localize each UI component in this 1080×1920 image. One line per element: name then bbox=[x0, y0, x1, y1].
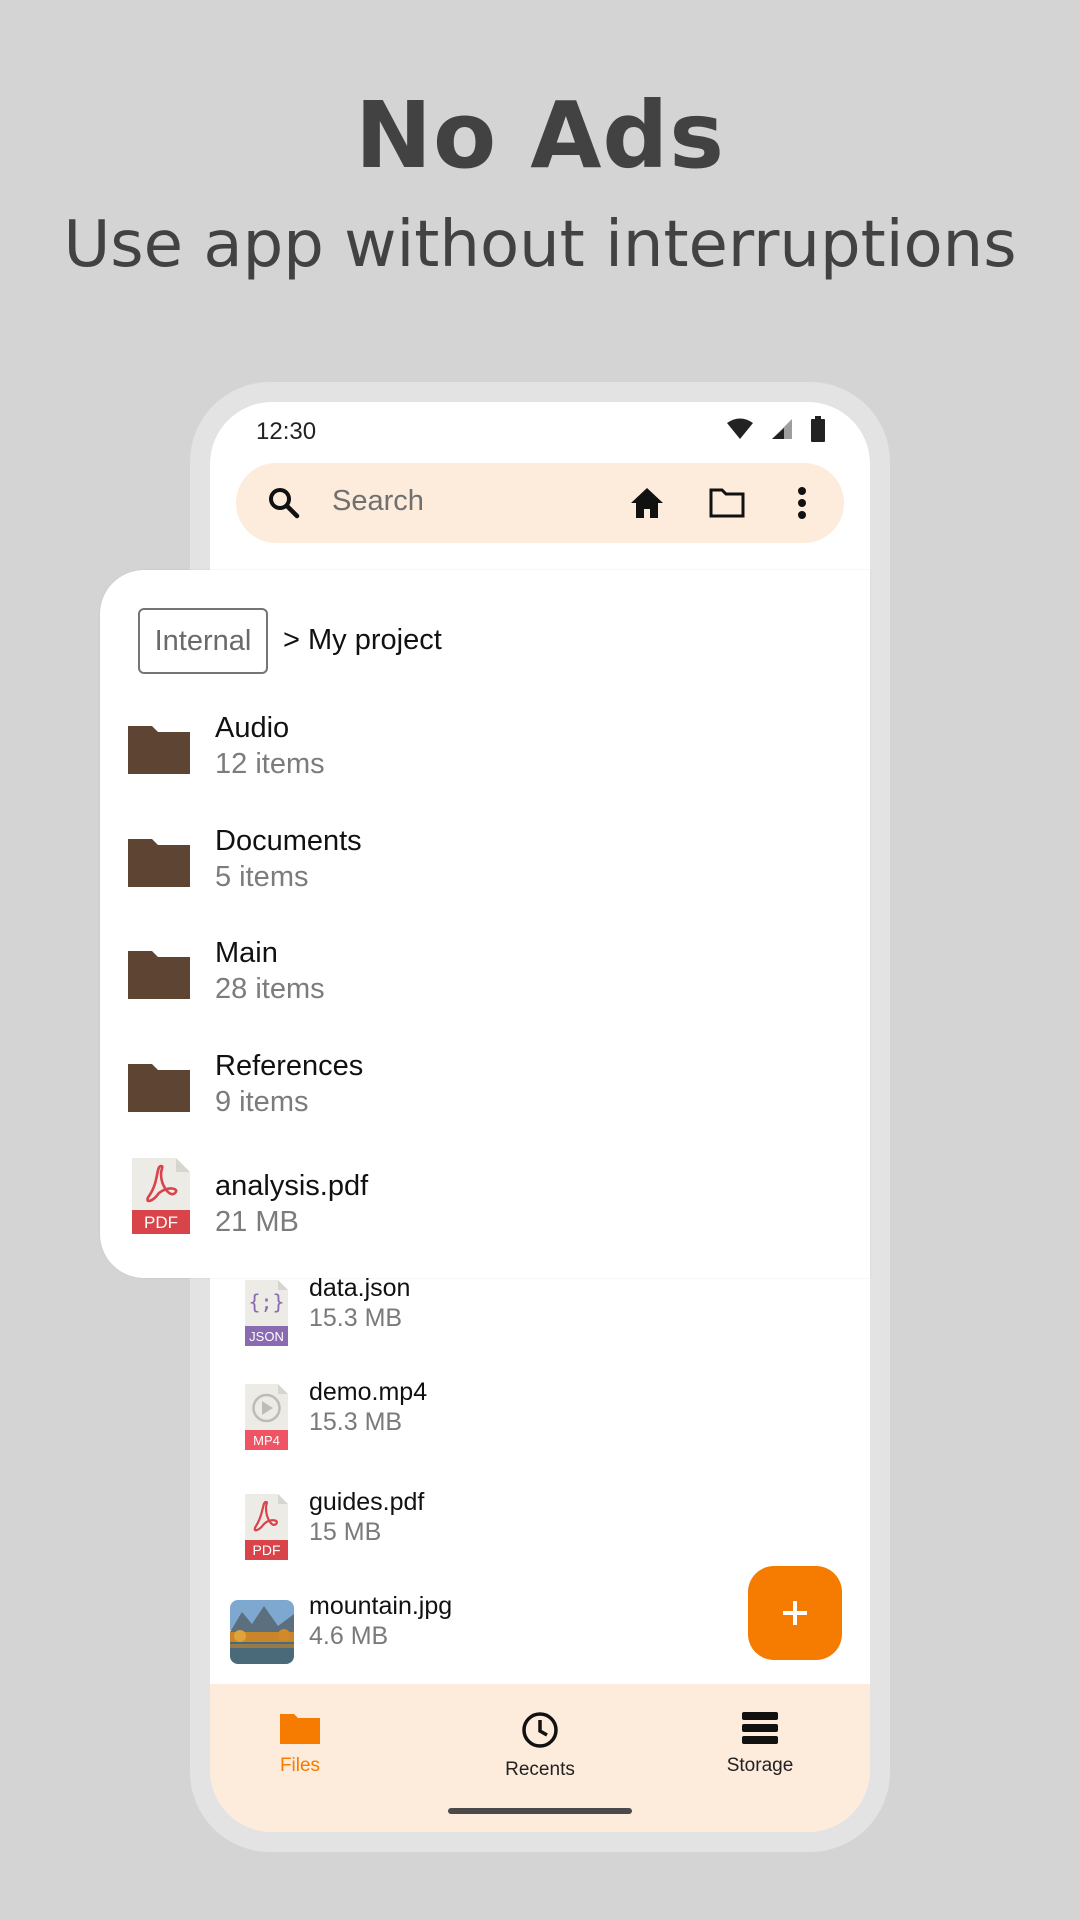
plus-icon bbox=[783, 1601, 807, 1625]
file-row-demo-mp4[interactable]: MP4 demo.mp4 15.3 MB bbox=[210, 1378, 870, 1478]
bottom-navigation: Files Recents Storage bbox=[210, 1684, 870, 1832]
nav-label: Files bbox=[279, 1755, 321, 1776]
wifi-icon bbox=[727, 418, 753, 439]
folder-row-documents[interactable]: Documents 5 items bbox=[100, 825, 870, 925]
folder-count: 28 items bbox=[215, 973, 325, 1005]
file-name: demo.mp4 bbox=[309, 1378, 428, 1406]
status-time: 12:30 bbox=[256, 418, 317, 445]
nav-storage[interactable]: Storage bbox=[670, 1710, 850, 1777]
file-badge: MP4 bbox=[253, 1433, 280, 1448]
folder-outline-icon[interactable] bbox=[708, 485, 746, 524]
folder-name: References bbox=[215, 1050, 364, 1082]
file-size: 21 MB bbox=[215, 1206, 299, 1238]
folder-icon bbox=[128, 726, 190, 774]
file-row-data-json[interactable]: {;} JSON data.json 15.3 MB bbox=[210, 1274, 870, 1374]
status-bar: 12:30 bbox=[210, 402, 870, 458]
folder-count: 9 items bbox=[215, 1086, 309, 1118]
promo-headline: No Ads bbox=[354, 82, 726, 189]
zoomed-file-list-card: Internal > My project Audio 12 items Doc… bbox=[100, 570, 870, 1278]
search-icon[interactable] bbox=[266, 485, 302, 526]
breadcrumb-path[interactable]: > My project bbox=[283, 624, 442, 657]
pdf-file-icon: PDF bbox=[132, 1158, 190, 1234]
folder-icon bbox=[128, 839, 190, 887]
file-size: 15.3 MB bbox=[309, 1408, 403, 1436]
status-icons bbox=[726, 416, 826, 442]
folder-name: Main bbox=[215, 937, 278, 969]
file-name: data.json bbox=[309, 1274, 411, 1302]
folder-name: Documents bbox=[215, 825, 362, 857]
search-bar[interactable]: Search bbox=[236, 463, 844, 543]
file-name: mountain.jpg bbox=[309, 1592, 453, 1620]
folder-count: 5 items bbox=[215, 861, 309, 893]
folder-name: Audio bbox=[215, 712, 290, 744]
file-row-analysis-pdf[interactable]: PDF analysis.pdf 21 MB bbox=[100, 1158, 870, 1270]
file-name: guides.pdf bbox=[309, 1488, 425, 1516]
gesture-home-bar[interactable] bbox=[448, 1808, 632, 1814]
folder-icon bbox=[128, 951, 190, 999]
file-size: 4.6 MB bbox=[309, 1622, 389, 1650]
home-icon[interactable] bbox=[628, 485, 666, 526]
clock-icon bbox=[522, 1712, 558, 1748]
promo-subline: Use app without interruptions bbox=[63, 208, 1017, 282]
cellular-signal-icon bbox=[772, 419, 792, 439]
nav-recents[interactable]: Recents bbox=[450, 1710, 630, 1781]
search-input[interactable]: Search bbox=[332, 485, 424, 518]
mp4-file-icon: MP4 bbox=[245, 1384, 288, 1450]
pdf-file-icon: PDF bbox=[245, 1494, 288, 1560]
file-name: analysis.pdf bbox=[215, 1170, 369, 1202]
folder-count: 12 items bbox=[215, 748, 325, 780]
storage-icon bbox=[742, 1712, 778, 1744]
folder-row-main[interactable]: Main 28 items bbox=[100, 937, 870, 1037]
folder-icon bbox=[280, 1714, 320, 1744]
json-file-icon: {;} JSON bbox=[245, 1280, 288, 1346]
nav-label: Recents bbox=[505, 1759, 575, 1780]
file-size: 15.3 MB bbox=[309, 1304, 403, 1332]
nav-label: Storage bbox=[726, 1755, 794, 1776]
battery-icon bbox=[811, 416, 825, 442]
file-badge: PDF bbox=[253, 1542, 281, 1558]
file-badge: JSON bbox=[249, 1329, 284, 1344]
json-glyph: {;} bbox=[248, 1290, 284, 1314]
more-options-icon[interactable] bbox=[796, 485, 808, 526]
add-fab-button[interactable] bbox=[748, 1566, 842, 1660]
file-size: 15 MB bbox=[309, 1518, 382, 1546]
folder-icon bbox=[128, 1064, 190, 1112]
file-badge: PDF bbox=[144, 1213, 178, 1232]
folder-row-audio[interactable]: Audio 12 items bbox=[100, 712, 870, 812]
folder-row-references[interactable]: References 9 items bbox=[100, 1050, 870, 1150]
image-thumbnail bbox=[230, 1600, 294, 1664]
nav-files[interactable]: Files bbox=[210, 1710, 390, 1777]
breadcrumb-root[interactable]: Internal bbox=[138, 608, 268, 674]
